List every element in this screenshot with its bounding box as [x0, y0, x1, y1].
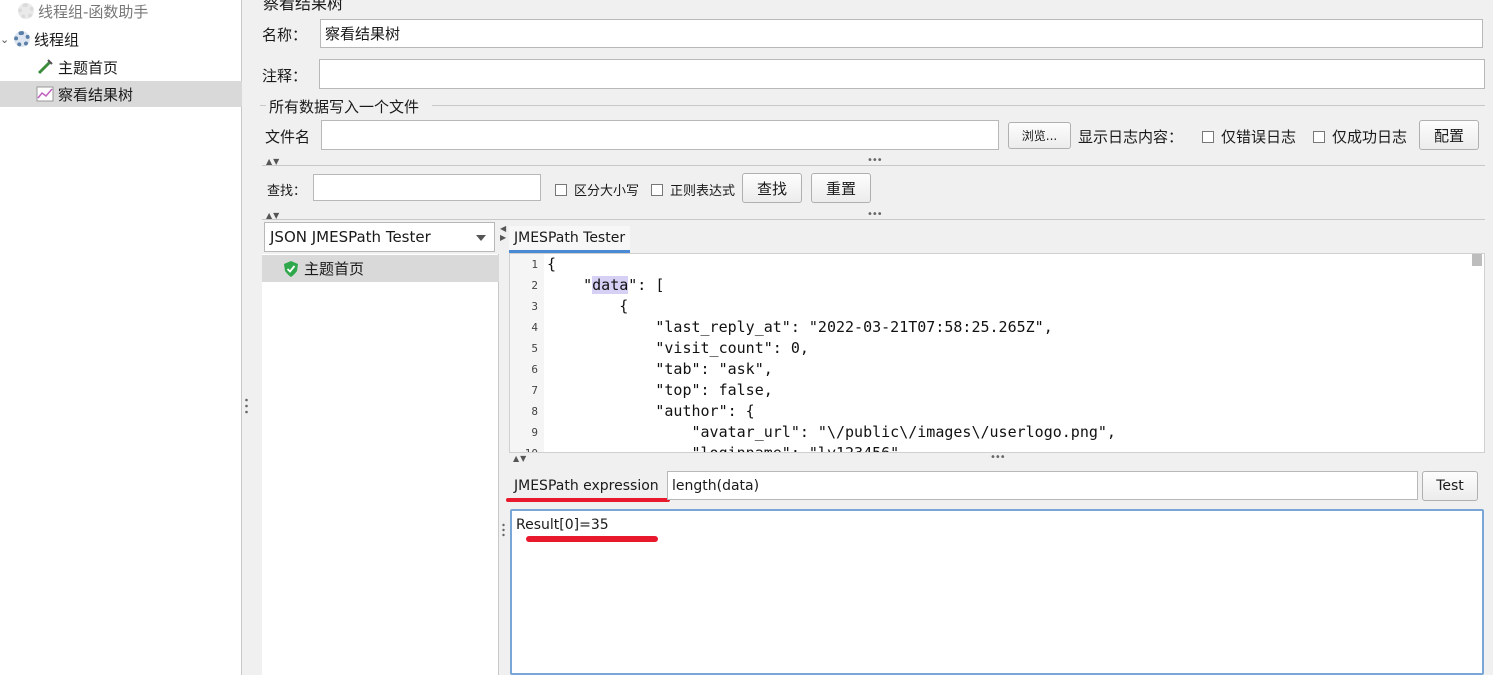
line-number: 4: [531, 321, 538, 334]
search-input[interactable]: [313, 174, 541, 201]
jmespath-result-area[interactable]: Result[0]=35: [510, 509, 1484, 675]
checkbox-box[interactable]: [1313, 130, 1325, 143]
code-line: "loginname": "ly123456": [547, 444, 900, 453]
tree-item-http-sampler[interactable]: 主题首页: [36, 54, 118, 80]
file-section-legend: 所有数据写入一个文件: [269, 98, 420, 116]
expand-chevron-icon[interactable]: ⌄: [0, 33, 12, 46]
regex-checkbox[interactable]: 正则表达式: [651, 180, 735, 199]
jmespath-expression-input[interactable]: length(data): [667, 471, 1418, 500]
annotation-underline: [506, 498, 670, 502]
renderer-select-value: JSON JMESPath Tester: [270, 228, 431, 246]
log-content-label: 显示日志内容：: [1078, 128, 1184, 146]
sample-result-list: 主题首页: [262, 254, 499, 675]
filename-label: 文件名: [265, 128, 311, 146]
line-number: 3: [531, 300, 538, 313]
fieldset-border: [432, 105, 1485, 106]
reset-button[interactable]: 重置: [811, 173, 871, 203]
find-button[interactable]: 查找: [742, 173, 802, 203]
search-highlight: data: [592, 276, 629, 294]
http-sampler-icon: [36, 58, 54, 76]
success-only-checkbox[interactable]: 仅成功日志: [1313, 126, 1407, 147]
splitter-handle[interactable]: [244, 396, 249, 416]
tab-jmespath-tester[interactable]: JMESPath Tester: [509, 226, 631, 253]
annotation-underline: [526, 536, 658, 542]
page-title: 察看结果树: [263, 0, 344, 13]
chart-icon: [36, 86, 54, 102]
errors-only-checkbox[interactable]: 仅错误日志: [1202, 126, 1296, 147]
search-label: 查找：: [267, 184, 307, 199]
filename-field[interactable]: [321, 120, 999, 150]
tree-item-label: 线程组-函数助手: [38, 2, 149, 21]
line-number: 1: [531, 258, 538, 271]
checkbox-box[interactable]: [555, 183, 567, 196]
comment-label: 注释：: [262, 67, 308, 85]
checkbox-label: 正则表达式: [670, 184, 736, 199]
divider: [262, 165, 1485, 166]
name-label: 名称：: [262, 26, 308, 44]
collapse-arrows-icon[interactable]: ◀ ▶: [500, 224, 508, 242]
code-line: "author": {: [547, 402, 755, 420]
line-number-gutter: 1 2 3 4 5 6 7 8 9 10: [510, 254, 544, 452]
result-text: Result[0]=35: [516, 517, 609, 533]
line-number: 10: [510, 447, 538, 452]
test-button[interactable]: Test: [1422, 471, 1478, 501]
tree-item-view-results-tree[interactable]: 察看结果树: [0, 81, 242, 107]
tab-strip: JMESPath Tester: [508, 222, 1493, 253]
chevron-down-icon: [476, 235, 486, 241]
line-number: 2: [531, 279, 538, 292]
browse-button[interactable]: 浏览...: [1008, 122, 1071, 149]
code-line: {: [547, 297, 629, 315]
jmespath-expression-label: JMESPath expression: [514, 478, 659, 494]
collapse-arrows-icon[interactable]: ▲▼: [513, 454, 527, 463]
line-number: 8: [531, 405, 538, 418]
checkbox-label: 区分大小写: [574, 184, 640, 199]
code-line: "visit_count": 0,: [547, 339, 809, 357]
list-item[interactable]: 主题首页: [262, 255, 499, 282]
code-line: "last_reply_at": "2022-03-21T07:58:25.26…: [547, 318, 1053, 336]
checkbox-box[interactable]: [651, 183, 663, 196]
line-number: 5: [531, 342, 538, 355]
line-number: 9: [531, 426, 538, 439]
divider: [262, 219, 1485, 220]
config-button[interactable]: 配置: [1419, 120, 1479, 150]
renderer-select[interactable]: JSON JMESPath Tester: [264, 222, 495, 252]
gear-icon: [18, 3, 34, 19]
code-line: "top": false,: [547, 381, 773, 399]
comment-field[interactable]: [319, 59, 1485, 89]
code-line: "tab": "ask",: [547, 360, 773, 378]
success-shield-icon: [284, 260, 298, 277]
tree-item-label: 主题首页: [58, 58, 119, 77]
tree-item-thread-group[interactable]: ⌄ 线程组: [0, 26, 79, 52]
code-line: {: [547, 255, 557, 273]
splitter-handle[interactable]: [501, 522, 506, 538]
code-line: "avatar_url": "\/public\/images\/userlog…: [547, 423, 1116, 441]
scrollbar-thumb[interactable]: [1472, 254, 1482, 266]
tree-item-thread-group-functions[interactable]: 线程组-函数助手: [6, 0, 148, 24]
checkbox-label: 仅成功日志: [1332, 128, 1408, 146]
tree-item-label: 察看结果树: [58, 85, 134, 104]
fieldset-border: [260, 105, 266, 106]
line-number: 6: [531, 363, 538, 376]
split-grip-icon[interactable]: •••: [990, 452, 1006, 463]
line-number: 7: [531, 384, 538, 397]
checkbox-label: 仅错误日志: [1221, 128, 1297, 146]
tree-item-label: 线程组: [34, 30, 80, 49]
gear-icon: [14, 31, 30, 47]
response-json-viewer[interactable]: 1 2 3 4 5 6 7 8 9 10 { "data": [ { "last…: [509, 253, 1485, 453]
name-field[interactable]: 察看结果树: [320, 19, 1483, 48]
list-item-label: 主题首页: [304, 260, 365, 278]
code-line: "data": [: [547, 276, 665, 294]
checkbox-box[interactable]: [1202, 130, 1214, 143]
case-sensitive-checkbox[interactable]: 区分大小写: [555, 180, 639, 199]
test-plan-tree[interactable]: 线程组-函数助手 ⌄ 线程组 主题首页 察看结果树: [0, 0, 242, 675]
